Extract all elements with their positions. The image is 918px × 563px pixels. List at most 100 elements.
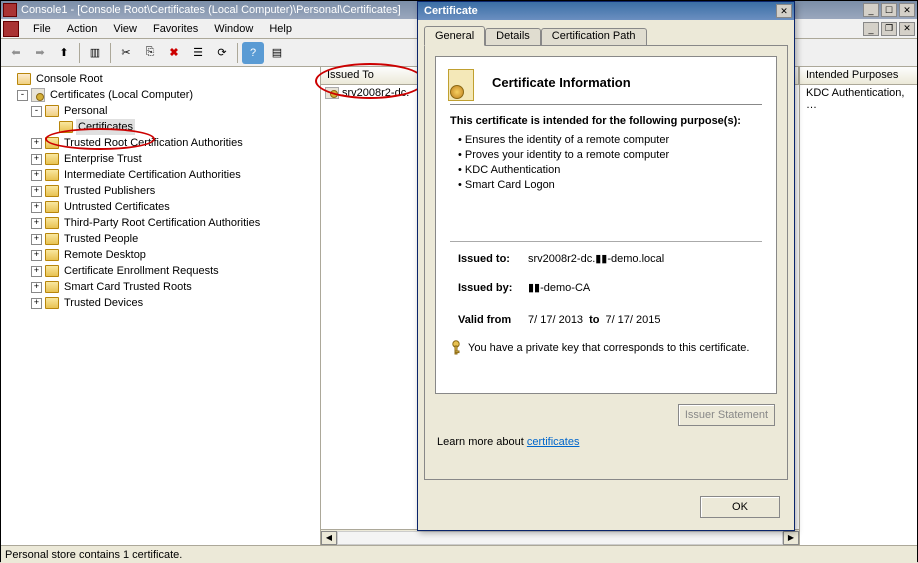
- dialog-tabs: General Details Certification Path: [418, 20, 794, 45]
- tree-item[interactable]: Third-Party Root Certification Authoriti…: [62, 215, 262, 231]
- close-button[interactable]: ✕: [899, 3, 915, 17]
- scroll-right-button[interactable]: ▶: [783, 531, 799, 545]
- delete-button[interactable]: ✖: [163, 42, 185, 64]
- issued-by-label: Issued by:: [458, 282, 528, 294]
- tree-item[interactable]: Remote Desktop: [62, 247, 148, 263]
- folder-icon: [45, 249, 59, 261]
- tree-panel[interactable]: Console Root - Certificates (Local Compu…: [1, 67, 321, 545]
- folder-icon: [45, 233, 59, 245]
- tree-item[interactable]: Certificate Enrollment Requests: [62, 263, 221, 279]
- cert-purpose-item: Smart Card Logon: [458, 178, 762, 193]
- menu-file[interactable]: File: [25, 21, 59, 37]
- tree-console-root[interactable]: Console Root: [34, 71, 105, 87]
- folder-icon: [45, 265, 59, 277]
- menu-favorites[interactable]: Favorites: [145, 21, 206, 37]
- cert-purpose-item: KDC Authentication: [458, 163, 762, 178]
- menu-window[interactable]: Window: [206, 21, 261, 37]
- tree-item[interactable]: Untrusted Certificates: [62, 199, 172, 215]
- right-panel: Intended Purposes KDC Authentication, …: [799, 67, 917, 545]
- learn-more-row: Learn more about certificates: [437, 436, 787, 448]
- tree-collapse-button[interactable]: -: [31, 106, 42, 117]
- tree-item[interactable]: Trusted People: [62, 231, 140, 247]
- tree-expand-button[interactable]: +: [31, 266, 42, 277]
- certificate-dialog: Certificate ✕ General Details Certificat…: [417, 1, 795, 531]
- learn-more-link[interactable]: certificates: [527, 436, 580, 448]
- copy-button[interactable]: ⎘: [139, 42, 161, 64]
- col-intended-purposes[interactable]: Intended Purposes: [800, 67, 917, 85]
- mdi-restore-button[interactable]: ❐: [881, 22, 897, 36]
- show-hide-tree-button[interactable]: ▥: [84, 42, 106, 64]
- properties-button[interactable]: ☰: [187, 42, 209, 64]
- up-button[interactable]: ⬆: [53, 42, 75, 64]
- certificate-store-icon: [31, 88, 45, 102]
- tree-certificates[interactable]: Certificates: [76, 119, 135, 135]
- cert-purpose-item: Ensures the identity of a remote compute…: [458, 133, 762, 148]
- tree-expand-button[interactable]: +: [31, 186, 42, 197]
- folder-icon: [45, 217, 59, 229]
- issued-by-value: ▮▮-demo-CA: [528, 281, 590, 294]
- help-button[interactable]: ?: [242, 42, 264, 64]
- maximize-button[interactable]: ☐: [881, 3, 897, 17]
- dialog-footer: OK: [418, 486, 794, 530]
- scroll-track[interactable]: [337, 531, 783, 545]
- tree-item[interactable]: Intermediate Certification Authorities: [62, 167, 243, 183]
- mmc-icon: [3, 21, 19, 37]
- dialog-close-button[interactable]: ✕: [776, 4, 792, 18]
- key-icon: [450, 340, 462, 356]
- menu-help[interactable]: Help: [261, 21, 300, 37]
- dialog-title-bar[interactable]: Certificate ✕: [418, 2, 794, 20]
- ok-button[interactable]: OK: [700, 496, 780, 518]
- tree-expand-button[interactable]: +: [31, 170, 42, 181]
- certificate-icon: [325, 87, 339, 99]
- cert-purpose-title: This certificate is intended for the fol…: [450, 115, 762, 127]
- tree-item[interactable]: Trusted Root Certification Authorities: [62, 135, 245, 151]
- tree-expand-button[interactable]: +: [31, 234, 42, 245]
- tree-expand-button[interactable]: +: [31, 282, 42, 293]
- menu-action[interactable]: Action: [59, 21, 106, 37]
- toolbar-separator: [110, 43, 111, 63]
- toolbar-separator: [237, 43, 238, 63]
- certificate-info-box: Certificate Information This certificate…: [435, 56, 777, 394]
- toolbar-separator: [79, 43, 80, 63]
- tree-expand-button[interactable]: +: [31, 202, 42, 213]
- tree-item[interactable]: Enterprise Trust: [62, 151, 144, 167]
- tree-item[interactable]: Trusted Publishers: [62, 183, 157, 199]
- horizontal-scrollbar[interactable]: ◀ ▶: [321, 529, 799, 545]
- tree-collapse-button[interactable]: -: [17, 90, 28, 101]
- scroll-left-button[interactable]: ◀: [321, 531, 337, 545]
- valid-to-value: 7/ 17/ 2015: [605, 314, 660, 326]
- tree-expand-button[interactable]: +: [31, 298, 42, 309]
- valid-to-label: to: [589, 314, 599, 326]
- mdi-minimize-button[interactable]: _: [863, 22, 879, 36]
- tab-content-general: Certificate Information This certificate…: [424, 45, 788, 480]
- tree-expand-button[interactable]: +: [31, 250, 42, 261]
- menu-view[interactable]: View: [105, 21, 145, 37]
- tree-expand-button[interactable]: +: [31, 154, 42, 165]
- folder-icon: [45, 185, 59, 197]
- folder-icon: [45, 281, 59, 293]
- tree-certificates-local[interactable]: Certificates (Local Computer): [48, 87, 195, 103]
- tree-expand-button[interactable]: +: [31, 218, 42, 229]
- status-text: Personal store contains 1 certificate.: [5, 549, 182, 561]
- certificate-badge-icon: [448, 69, 480, 101]
- minimize-button[interactable]: _: [863, 3, 879, 17]
- refresh-button[interactable]: ⟳: [211, 42, 233, 64]
- back-button[interactable]: ⬅: [5, 42, 27, 64]
- mdi-close-button[interactable]: ✕: [899, 22, 915, 36]
- export-list-button[interactable]: ▤: [266, 42, 288, 64]
- tree-expand-button[interactable]: +: [31, 138, 42, 149]
- cell-intended-purposes: KDC Authentication, …: [800, 85, 917, 113]
- issuer-statement-button: Issuer Statement: [678, 404, 775, 426]
- issued-to-value: srv2008r2-dc.▮▮-demo.local: [528, 252, 664, 265]
- forward-button[interactable]: ➡: [29, 42, 51, 64]
- learn-more-prefix: Learn more about: [437, 436, 527, 448]
- cut-button[interactable]: ✂: [115, 42, 137, 64]
- tree-personal[interactable]: Personal: [62, 103, 109, 119]
- tab-general[interactable]: General: [424, 26, 485, 46]
- tree-item[interactable]: Smart Card Trusted Roots: [62, 279, 194, 295]
- cert-purpose-list: Ensures the identity of a remote compute…: [458, 133, 762, 193]
- dialog-title: Certificate: [420, 5, 776, 17]
- folder-icon: [45, 169, 59, 181]
- folder-icon: [59, 121, 73, 133]
- tree-item[interactable]: Trusted Devices: [62, 295, 145, 311]
